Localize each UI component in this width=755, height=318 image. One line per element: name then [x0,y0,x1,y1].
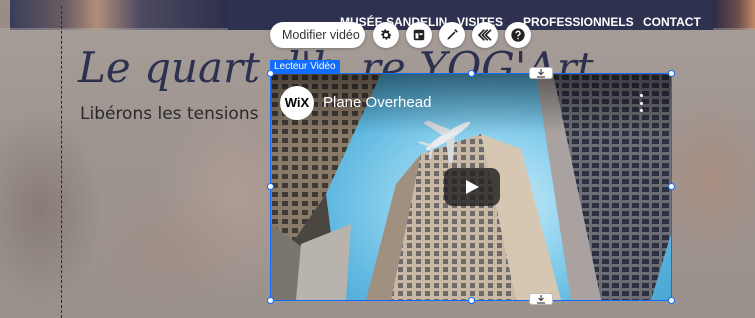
selection-label[interactable]: Lecteur Vidéo [270,60,340,73]
layout-button[interactable] [406,22,432,48]
help-button[interactable] [505,22,531,48]
layout-icon [413,29,425,41]
download-icon [537,68,545,78]
resize-handle-top-left[interactable] [267,70,274,77]
resize-handle-bottom[interactable] [468,297,475,304]
design-button[interactable] [439,22,465,48]
resize-handle-bottom-left[interactable] [267,297,274,304]
editor-guide-line [61,6,62,318]
pen-icon [447,29,458,40]
page-subtitle[interactable]: Libérons les tensions [80,103,258,125]
edit-video-button[interactable]: Modifier vidéo [270,22,365,48]
animation-button[interactable] [472,22,498,48]
header-photo-right [713,0,755,30]
stretch-top-handle[interactable] [529,67,553,79]
resize-handle-top-right[interactable] [668,70,675,77]
gear-icon [381,29,392,40]
stretch-bottom-handle[interactable] [529,293,553,305]
settings-button[interactable] [373,22,399,48]
resize-handle-left[interactable] [267,183,274,190]
animation-icon [477,29,492,41]
resize-handle-top[interactable] [468,70,475,77]
nav-item-professionnels[interactable]: PROFESSIONNELS [523,14,634,30]
resize-handle-right[interactable] [668,183,675,190]
help-icon [511,28,525,42]
resize-handle-bottom-right[interactable] [668,297,675,304]
header-photo-left [10,0,228,30]
download-icon [537,294,545,304]
nav-item-contact[interactable]: CONTACT [643,14,701,30]
selection-frame [270,73,672,301]
